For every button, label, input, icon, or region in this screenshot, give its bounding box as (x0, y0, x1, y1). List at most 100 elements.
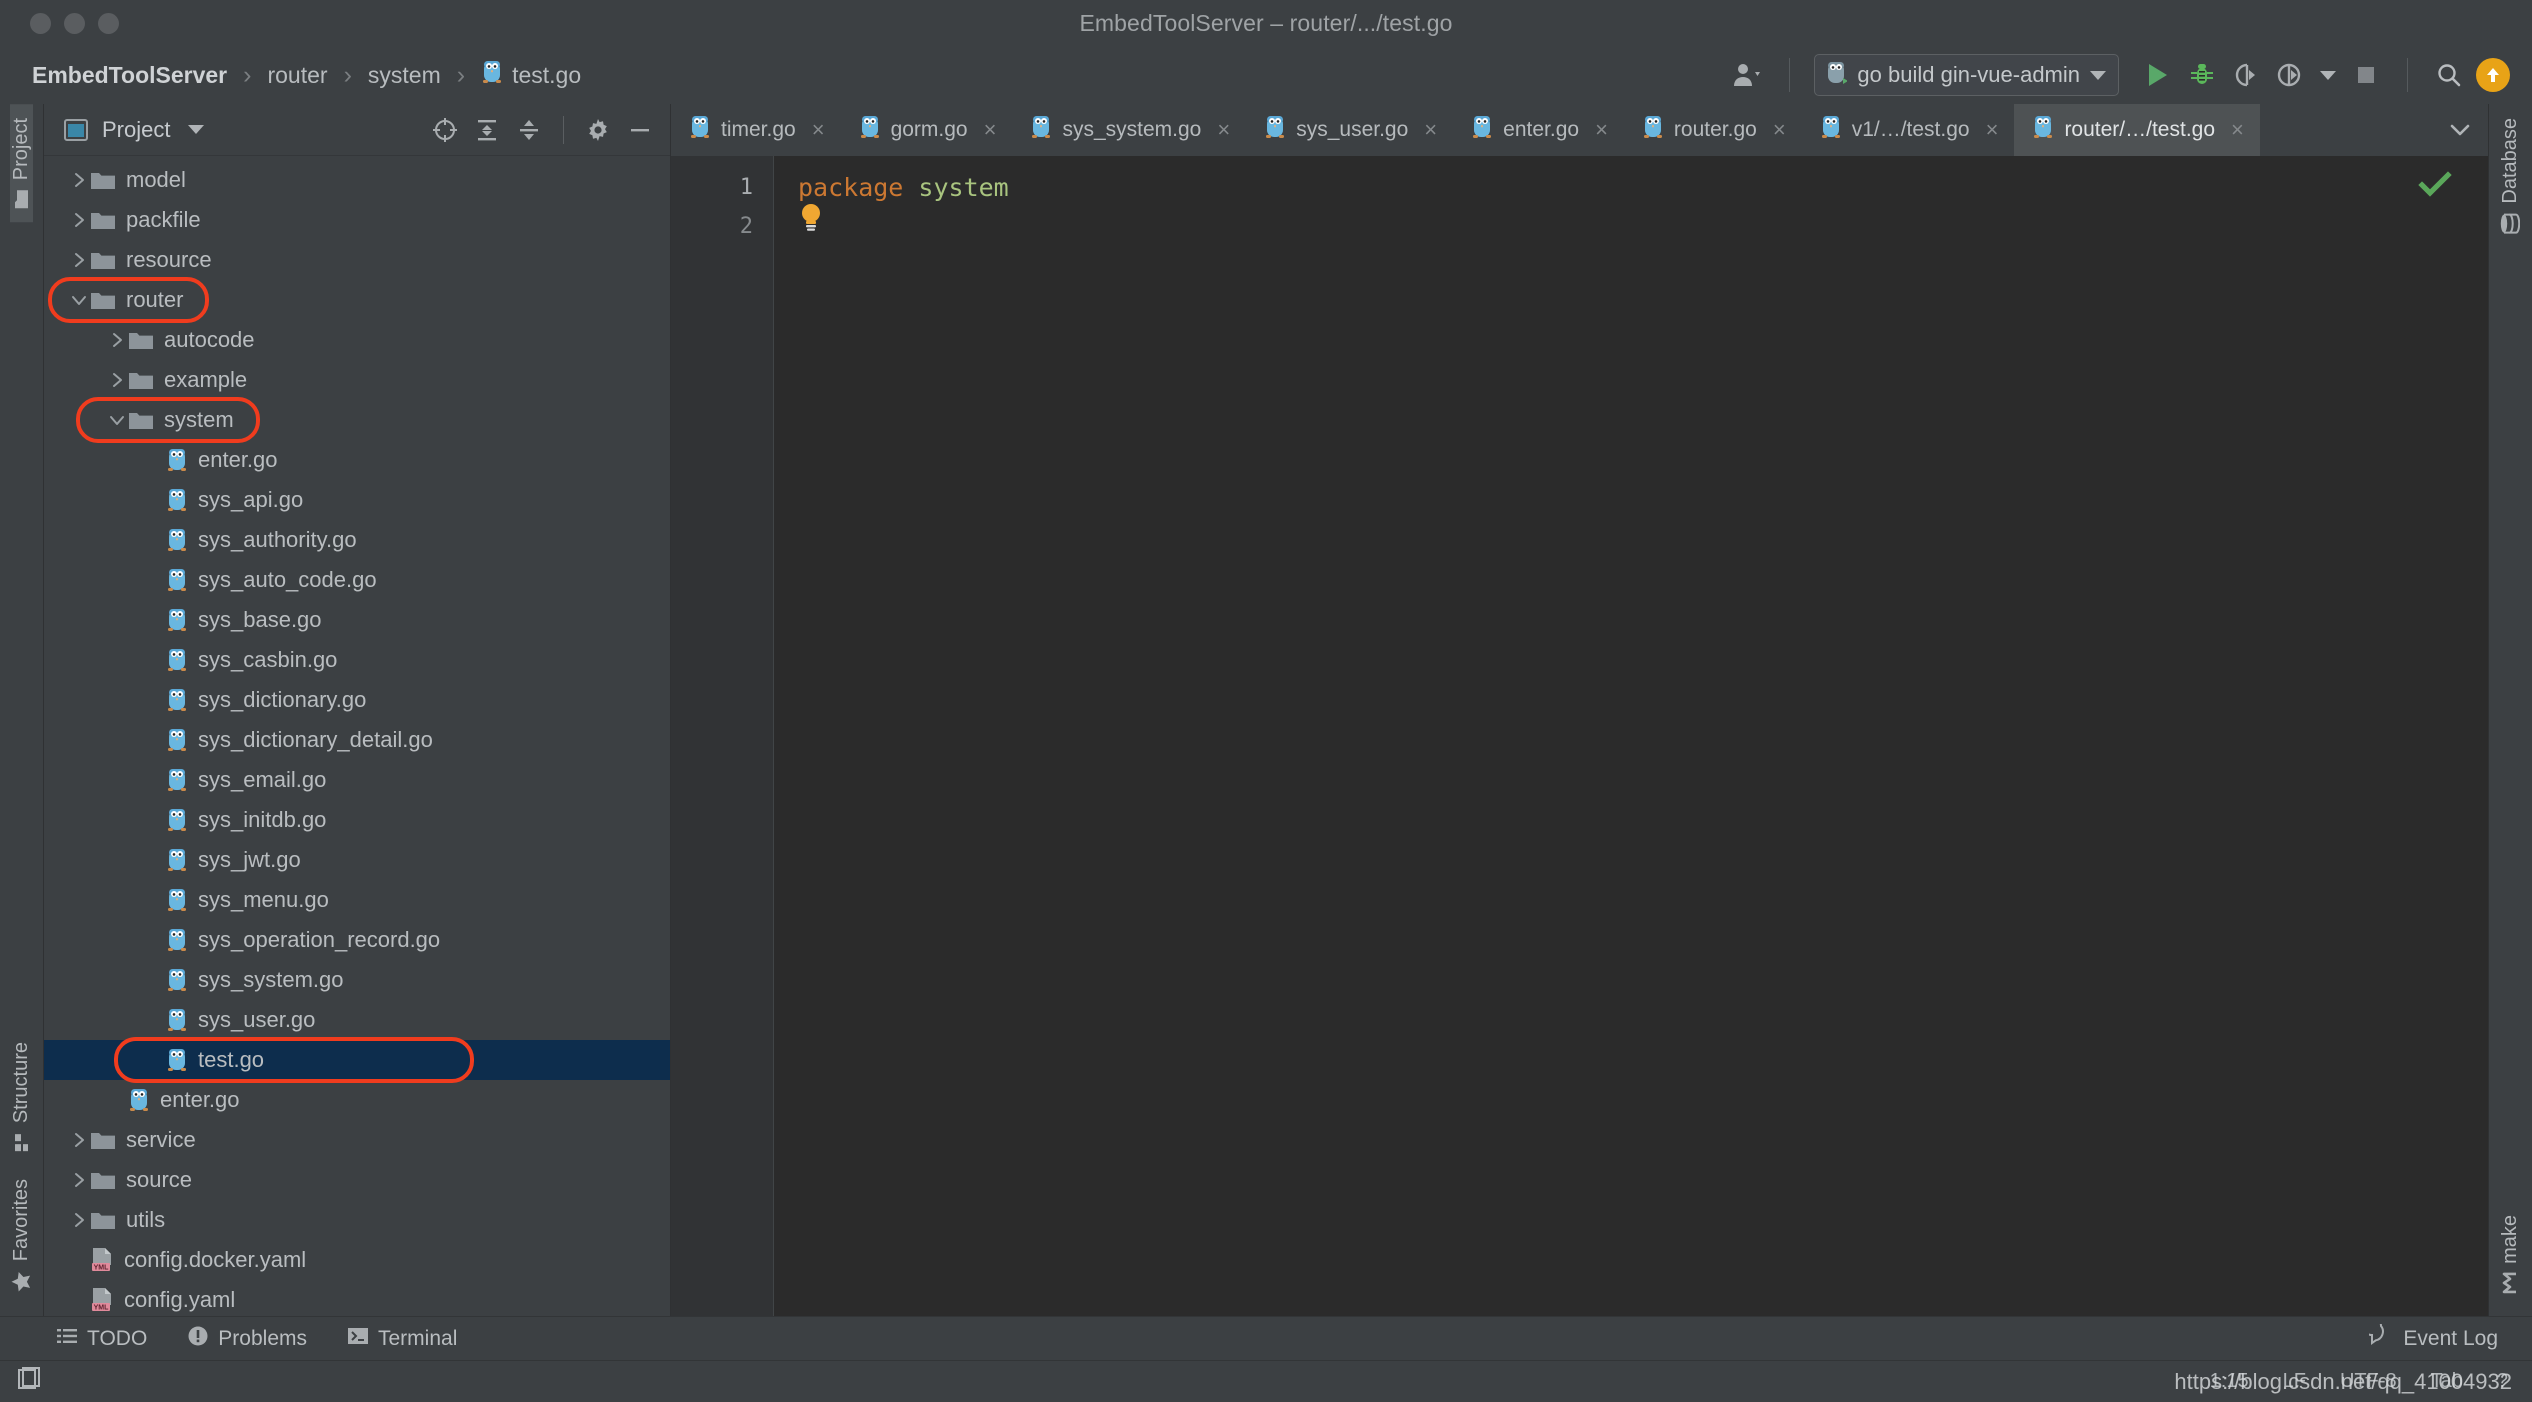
breadcrumb-item-router[interactable]: router (263, 62, 331, 89)
maximize-window-button[interactable] (98, 12, 119, 34)
editor-tab[interactable]: enter.go × (1453, 104, 1624, 156)
tree-row[interactable]: sys_base.go (44, 600, 670, 640)
update-available-button[interactable] (2476, 58, 2510, 92)
tree-row[interactable]: resource (44, 240, 670, 280)
file-encoding[interactable]: UTF-8 (2340, 1370, 2397, 1393)
tree-row[interactable]: utils (44, 1200, 670, 1240)
tree-row[interactable]: model (44, 160, 670, 200)
tree-row[interactable]: source (44, 1160, 670, 1200)
sidebar-item-favorites[interactable]: Favorites (10, 1165, 33, 1306)
expand-all-icon[interactable] (471, 114, 503, 146)
tree-row[interactable]: example (44, 360, 670, 400)
code-content[interactable]: package system (774, 156, 2474, 1316)
gear-icon[interactable] (582, 114, 614, 146)
tree-row[interactable]: enter.go (44, 1080, 670, 1120)
tree-row[interactable]: sys_auto_code.go (44, 560, 670, 600)
chevron-right-icon[interactable] (68, 1212, 90, 1228)
hide-panel-icon[interactable] (624, 114, 656, 146)
minimize-window-button[interactable] (64, 12, 85, 34)
editor-tabs-overflow-button[interactable] (2432, 104, 2488, 156)
tree-row[interactable]: sys_casbin.go (44, 640, 670, 680)
close-tab-icon[interactable]: × (1424, 117, 1437, 143)
run-button[interactable] (2141, 58, 2175, 92)
chevron-right-icon[interactable] (68, 252, 90, 268)
close-tab-icon[interactable]: × (812, 117, 825, 143)
chevron-right-icon[interactable] (68, 212, 90, 228)
caret-position[interactable]: 1:15 (2210, 1370, 2249, 1393)
collapse-all-icon[interactable] (513, 114, 545, 146)
lock-status[interactable]: ? (2497, 1370, 2508, 1393)
tree-row[interactable]: system (44, 400, 670, 440)
tree-row[interactable]: sys_authority.go (44, 520, 670, 560)
close-tab-icon[interactable]: × (1217, 117, 1230, 143)
tool-window-event-log[interactable]: Event Log (2362, 1316, 2498, 1353)
tool-window-problems[interactable]: Problems (187, 1325, 307, 1353)
close-tab-icon[interactable]: × (1595, 117, 1608, 143)
sidebar-item-make[interactable]: make (2499, 1201, 2522, 1306)
editor-tab-active[interactable]: router/…/test.go × (2014, 104, 2260, 156)
tree-row-selected[interactable]: test.go (44, 1040, 670, 1080)
editor-tab[interactable]: v1/…/test.go × (1802, 104, 2015, 156)
tree-row[interactable]: sys_system.go (44, 960, 670, 1000)
tree-row[interactable]: sys_user.go (44, 1000, 670, 1040)
breadcrumb-root[interactable]: EmbedToolServer (28, 62, 231, 89)
chevron-right-icon[interactable] (106, 332, 128, 348)
tree-row[interactable]: sys_api.go (44, 480, 670, 520)
inspection-ok-check-icon[interactable] (2418, 170, 2452, 206)
tree-row[interactable]: sys_menu.go (44, 880, 670, 920)
chevron-down-icon[interactable] (188, 125, 205, 134)
project-file-tree[interactable]: model packfile resource router autocode examp… (44, 156, 670, 1316)
tree-row[interactable]: sys_jwt.go (44, 840, 670, 880)
sidebar-item-project[interactable]: Project (10, 104, 33, 223)
tree-row[interactable]: YML config.yaml (44, 1280, 670, 1316)
line-separator[interactable]: LF (2283, 1370, 2306, 1393)
editor-tab[interactable]: router.go × (1624, 104, 1802, 156)
close-tab-icon[interactable]: × (2231, 117, 2244, 143)
tree-row[interactable]: sys_dictionary_detail.go (44, 720, 670, 760)
search-everywhere-button[interactable] (2432, 58, 2466, 92)
breadcrumb-item-system[interactable]: system (364, 62, 445, 89)
run-with-coverage-button[interactable] (2229, 58, 2263, 92)
tree-row[interactable]: service (44, 1120, 670, 1160)
tree-row[interactable]: autocode (44, 320, 670, 360)
tree-row[interactable]: sys_dictionary.go (44, 680, 670, 720)
sidebar-item-structure[interactable]: Structure (10, 1028, 33, 1165)
editor-tab-bar[interactable]: timer.go × gorm.go × sys_system.go × sys_user.… (671, 104, 2488, 156)
debug-button[interactable] (2185, 58, 2219, 92)
tree-row[interactable]: sys_email.go (44, 760, 670, 800)
indent-setting[interactable]: Tab (2431, 1370, 2463, 1393)
tool-window-todo[interactable]: TODO (56, 1326, 147, 1352)
close-tab-icon[interactable]: × (1986, 117, 1999, 143)
profiler-button[interactable] (2273, 58, 2307, 92)
close-tab-icon[interactable]: × (1773, 117, 1786, 143)
profiler-dropdown[interactable] (2317, 58, 2339, 92)
editor-scrollbar[interactable] (2474, 156, 2488, 1316)
editor-tab[interactable]: timer.go × (671, 104, 841, 156)
window-traffic-lights[interactable] (30, 12, 119, 34)
tree-row[interactable]: sys_initdb.go (44, 800, 670, 840)
chevron-right-icon[interactable] (106, 372, 128, 388)
tree-row[interactable]: packfile (44, 200, 670, 240)
sidebar-item-database[interactable]: Database (2499, 104, 2522, 248)
tool-window-terminal[interactable]: Terminal (347, 1326, 457, 1352)
close-window-button[interactable] (30, 12, 51, 34)
tree-row[interactable]: sys_operation_record.go (44, 920, 670, 960)
tree-row[interactable]: YML config.docker.yaml (44, 1240, 670, 1280)
chevron-down-icon[interactable] (106, 414, 128, 427)
editor-tab[interactable]: sys_system.go × (1012, 104, 1246, 156)
editor-tab[interactable]: gorm.go × (841, 104, 1013, 156)
breadcrumb-file[interactable]: test.go (477, 59, 585, 91)
run-configuration-selector[interactable]: go build gin-vue-admin (1814, 54, 2119, 96)
stop-button[interactable] (2349, 58, 2383, 92)
tree-row[interactable]: enter.go (44, 440, 670, 480)
editor-tab[interactable]: sys_user.go × (1246, 104, 1453, 156)
chevron-right-icon[interactable] (68, 1172, 90, 1188)
locate-target-icon[interactable] (429, 114, 461, 146)
chevron-right-icon[interactable] (68, 1132, 90, 1148)
lightbulb-icon[interactable] (798, 202, 824, 232)
chevron-down-icon[interactable] (68, 294, 90, 307)
chevron-right-icon[interactable] (68, 172, 90, 188)
hide-tool-windows-icon[interactable] (16, 1366, 42, 1397)
close-tab-icon[interactable]: × (984, 117, 997, 143)
user-account-icon[interactable] (1731, 58, 1765, 92)
